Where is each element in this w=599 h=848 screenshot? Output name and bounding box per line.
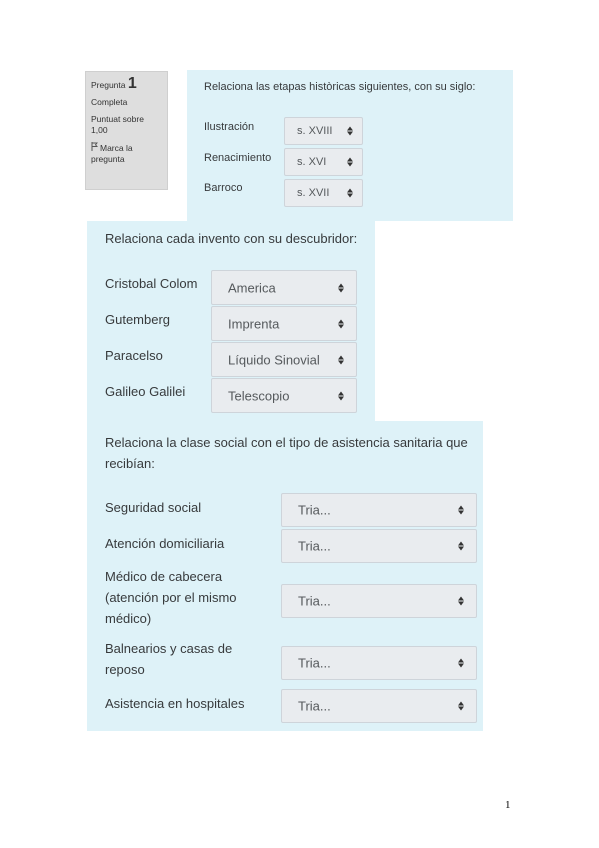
- select-caret-icon: [338, 391, 344, 400]
- q1-select-value: s. XVIII: [297, 125, 333, 137]
- question-label: Pregunta: [91, 80, 126, 90]
- q3-label-balnearios: Balnearios y casas de reposo: [105, 641, 233, 677]
- q3-select-medico-cabecera[interactable]: Tria...: [281, 584, 477, 618]
- q3-select-value: Tria...: [298, 538, 331, 554]
- select-caret-icon: [347, 188, 353, 198]
- q2-select-colom[interactable]: America: [211, 270, 357, 305]
- q3-select-value: Tria...: [298, 593, 331, 609]
- question-score: Puntuat sobre 1,00: [91, 114, 144, 135]
- q3-label-medico-cabecera: Médico de cabecera (atención por el mism…: [105, 569, 237, 626]
- question-number-row: Pregunta 1: [91, 75, 162, 92]
- q1-select-ilustracion[interactable]: s. XVIII: [284, 117, 363, 145]
- q2-label-galileo: Galileo Galilei: [105, 384, 186, 399]
- select-caret-icon: [458, 541, 464, 551]
- q3-select-seguridad-social[interactable]: Tria...: [281, 493, 477, 527]
- q2-select-value: America: [228, 280, 276, 295]
- select-caret-icon: [347, 126, 353, 136]
- question-1-panel: Relaciona las etapas històricas siguient…: [187, 70, 513, 221]
- q2-select-paracelso[interactable]: Líquido Sinovial: [211, 342, 357, 377]
- flag-icon: [91, 142, 98, 154]
- flag-question-link[interactable]: Marca la pregunta: [91, 142, 162, 165]
- q3-label-atencion-domiciliaria: Atención domiciliaria: [105, 536, 225, 551]
- question-1-text: Relaciona las etapas històricas siguient…: [204, 81, 476, 93]
- q3-select-atencion-domiciliaria[interactable]: Tria...: [281, 529, 477, 563]
- q3-select-value: Tria...: [298, 698, 331, 714]
- select-caret-icon: [338, 355, 344, 364]
- q2-label-gutemberg: Gutemberg: [105, 312, 171, 327]
- q1-select-barroco[interactable]: s. XVII: [284, 179, 363, 207]
- question-state: Completa: [91, 97, 128, 107]
- q2-label-paracelso: Paracelso: [105, 348, 163, 363]
- q2-select-gutemberg[interactable]: Imprenta: [211, 306, 357, 341]
- q3-label-asistencia-hospitales: Asistencia en hospitales: [105, 696, 245, 711]
- q1-select-value: s. XVI: [297, 156, 327, 168]
- q3-select-balnearios[interactable]: Tria...: [281, 646, 477, 680]
- q1-label-renacimiento: Renacimiento: [204, 152, 272, 164]
- q2-label-colom: Cristobal Colom: [105, 276, 198, 291]
- q2-select-value: Telescopio: [228, 388, 290, 403]
- question-3-text: Relaciona la clase social con el tipo de…: [105, 435, 468, 471]
- question-info-box: Pregunta 1 Completa Puntuat sobre 1,00 M…: [85, 71, 168, 190]
- q2-select-galileo[interactable]: Telescopio: [211, 378, 357, 413]
- q3-label-seguridad-social: Seguridad social: [105, 500, 202, 515]
- question-number: 1: [127, 75, 137, 92]
- q3-select-value: Tria...: [298, 655, 331, 671]
- select-caret-icon: [338, 283, 344, 292]
- q1-label-ilustracion: Ilustración: [204, 121, 255, 133]
- select-caret-icon: [458, 658, 464, 668]
- question-3-panel: Relaciona la clase social con el tipo de…: [87, 421, 483, 731]
- q1-select-renacimiento[interactable]: s. XVI: [284, 148, 363, 176]
- q3-select-asistencia-hospitales[interactable]: Tria...: [281, 689, 477, 723]
- select-caret-icon: [338, 319, 344, 328]
- question-2-text: Relaciona cada invento con su descubrido…: [105, 231, 358, 246]
- q1-select-value: s. XVII: [297, 187, 330, 199]
- q2-select-value: Imprenta: [228, 316, 280, 331]
- q2-select-value: Líquido Sinovial: [228, 352, 320, 367]
- select-caret-icon: [347, 157, 353, 167]
- q3-select-value: Tria...: [298, 502, 331, 518]
- question-2-panel: Relaciona cada invento con su descubrido…: [87, 221, 375, 422]
- q1-label-barroco: Barroco: [204, 182, 243, 194]
- select-caret-icon: [458, 701, 464, 711]
- select-caret-icon: [458, 596, 464, 606]
- select-caret-icon: [458, 505, 464, 515]
- page-number: 1: [505, 799, 511, 811]
